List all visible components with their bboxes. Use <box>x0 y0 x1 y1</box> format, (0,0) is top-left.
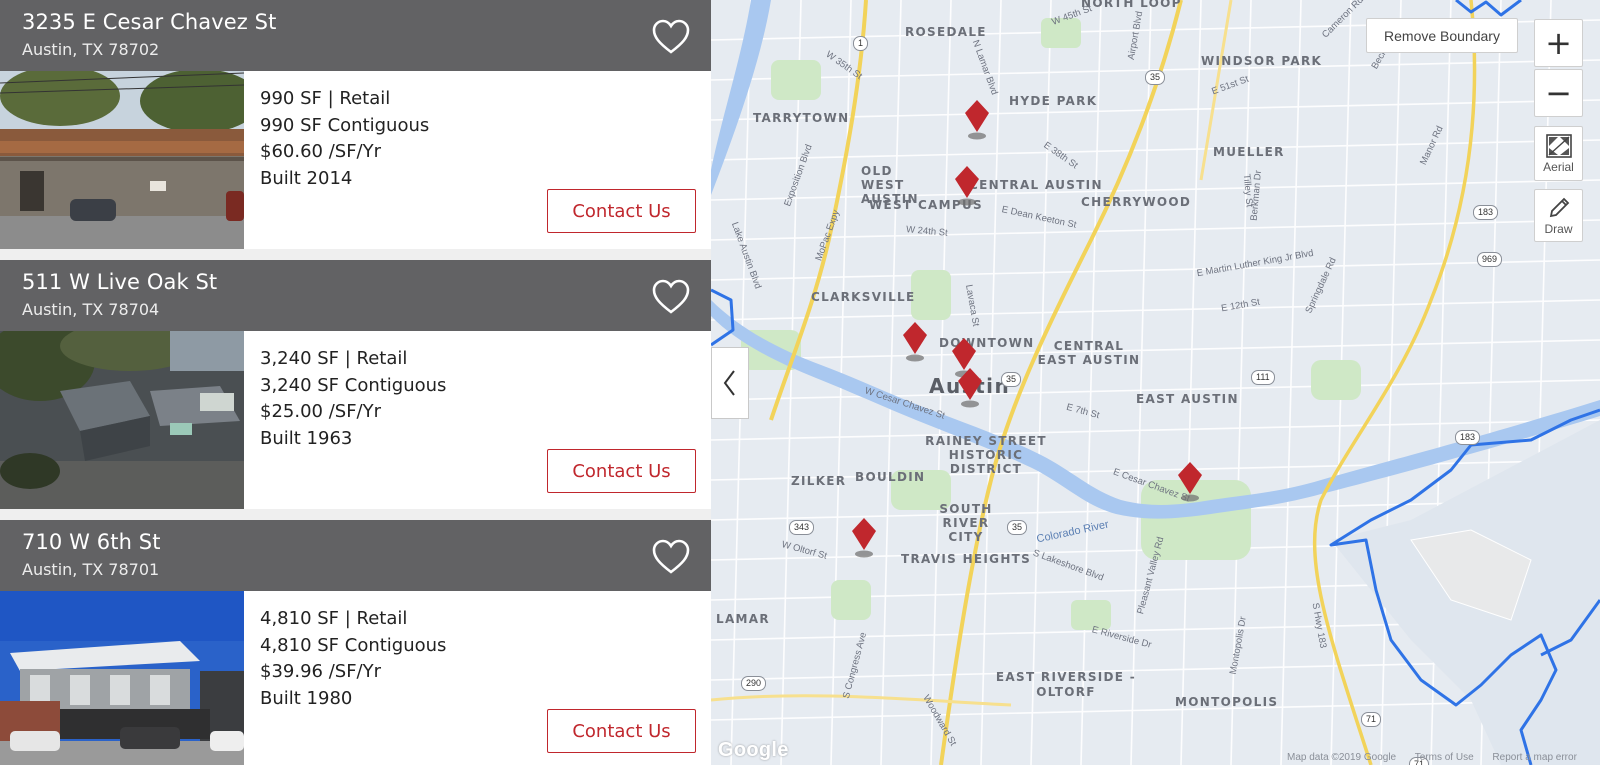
neighborhood-label: BOULDIN <box>855 470 926 484</box>
google-logo: Google <box>718 739 789 761</box>
highway-shield-icon: 35 <box>1001 372 1022 387</box>
neighborhood-label: RAINEY STREET HISTORIC DISTRICT <box>925 434 1047 476</box>
neighborhood-label: ZILKER <box>791 474 847 488</box>
favorite-heart-icon[interactable] <box>651 18 691 56</box>
aerial-map-icon <box>1545 133 1572 158</box>
highway-shield-icon: 969 <box>1477 252 1503 267</box>
listing-details: 990 SF | Retail 990 SF Contiguous $60.60… <box>260 86 429 192</box>
listing-city: Austin, TX 78701 <box>22 560 160 579</box>
neighborhood-label: LAMAR <box>716 612 770 626</box>
neighborhood-label: CHERRYWOOD <box>1081 195 1192 209</box>
contact-us-button[interactable]: Contact Us <box>547 189 696 233</box>
listing-street[interactable]: 3235 E Cesar Chavez St <box>22 10 276 34</box>
listing-header: 511 W Live Oak St Austin, TX 78704 <box>0 260 711 331</box>
listing-header: 3235 E Cesar Chavez St Austin, TX 78702 <box>0 0 711 71</box>
listing-card[interactable]: 710 W 6th St Austin, TX 78701 4,810 SF |… <box>0 520 711 765</box>
highway-shield-icon: 183 <box>1455 430 1481 445</box>
highway-shield-icon: 35 <box>1007 520 1028 535</box>
neighborhood-label: CENTRAL AUSTIN <box>969 178 1103 192</box>
neighborhood-label: CENTRAL EAST AUSTIN <box>1037 339 1141 367</box>
highway-shield-icon: 343 <box>789 520 815 535</box>
neighborhood-label: NORTH LOOP <box>1081 0 1182 10</box>
draw-label: Draw <box>1544 221 1573 236</box>
collapse-panel-button[interactable] <box>711 347 749 419</box>
contact-us-button[interactable]: Contact Us <box>547 449 696 493</box>
chevron-left-icon <box>723 370 735 396</box>
listing-built: Built 1963 <box>260 427 353 449</box>
highway-shield-icon: 183 <box>1473 205 1499 220</box>
listing-size-type: 3,240 SF | Retail <box>260 348 408 369</box>
listing-size-type: 990 SF | Retail <box>260 88 391 109</box>
listing-header: 710 W 6th St Austin, TX 78701 <box>0 520 711 591</box>
map[interactable]: ROSEDALE HYDE PARK TARRYTOWN WINDSOR PAR… <box>711 0 1600 765</box>
listing-details: 4,810 SF | Retail 4,810 SF Contiguous $3… <box>260 606 446 712</box>
highway-shield-icon: 71 <box>1361 712 1382 727</box>
terms-link[interactable]: Terms of Use <box>1415 752 1474 763</box>
zoom-in-button[interactable]: + <box>1534 19 1583 67</box>
listing-panel: 3235 E Cesar Chavez St Austin, TX 78702 <box>0 0 711 765</box>
property-marker-icon[interactable] <box>851 516 877 558</box>
listing-built: Built 2014 <box>260 167 353 189</box>
listing-street[interactable]: 511 W Live Oak St <box>22 270 217 294</box>
listing-built: Built 1980 <box>260 687 353 709</box>
property-marker-icon[interactable] <box>954 164 980 206</box>
listing-contiguous: 4,810 SF Contiguous <box>260 634 447 656</box>
contact-us-button[interactable]: Contact Us <box>547 709 696 753</box>
draw-boundary-button[interactable]: Draw <box>1534 189 1583 242</box>
highway-shield-icon: 1 <box>853 36 869 51</box>
listing-photo[interactable] <box>0 591 244 765</box>
listing-photo[interactable] <box>0 331 244 509</box>
property-marker-icon[interactable] <box>957 366 983 408</box>
neighborhood-label: EAST AUSTIN <box>1136 392 1239 406</box>
aerial-view-button[interactable]: Aerial <box>1534 126 1583 181</box>
plus-icon: + <box>1545 24 1572 62</box>
listing-city: Austin, TX 78704 <box>22 300 160 319</box>
neighborhood-label: TRAVIS HEIGHTS <box>901 552 1032 566</box>
listing-size-type: 4,810 SF | Retail <box>260 608 408 629</box>
neighborhood-label: MONTOPOLIS <box>1175 695 1279 709</box>
listing-card[interactable]: 511 W Live Oak St Austin, TX 78704 3,240… <box>0 260 711 509</box>
aerial-label: Aerial <box>1543 159 1574 174</box>
neighborhood-label: HYDE PARK <box>1009 94 1098 108</box>
listing-contiguous: 990 SF Contiguous <box>260 114 430 136</box>
listing-card[interactable]: 3235 E Cesar Chavez St Austin, TX 78702 <box>0 0 711 249</box>
listing-price: $25.00 /SF/Yr <box>260 401 382 422</box>
listing-details: 3,240 SF | Retail 3,240 SF Contiguous $2… <box>260 346 446 452</box>
neighborhood-label: SOUTH RIVER CITY <box>939 502 993 544</box>
remove-boundary-button[interactable]: Remove Boundary <box>1366 18 1518 53</box>
listing-price: $39.96 /SF/Yr <box>260 661 382 682</box>
favorite-heart-icon[interactable] <box>651 278 691 316</box>
minus-icon: − <box>1545 74 1572 112</box>
neighborhood-label: MUELLER <box>1213 145 1285 159</box>
neighborhood-label: WINDSOR PARK <box>1201 54 1323 68</box>
neighborhood-label: ROSEDALE <box>905 25 987 39</box>
highway-shield-icon: 35 <box>1145 70 1166 85</box>
map-data-text: Map data ©2019 Google <box>1287 752 1397 763</box>
property-marker-icon[interactable] <box>1177 460 1203 502</box>
pencil-icon <box>1549 197 1569 217</box>
favorite-heart-icon[interactable] <box>651 538 691 576</box>
report-error-link[interactable]: Report a map error <box>1492 752 1576 763</box>
listing-city: Austin, TX 78702 <box>22 40 160 59</box>
property-marker-icon[interactable] <box>902 320 928 362</box>
neighborhood-label: TARRYTOWN <box>753 111 850 125</box>
listing-price: $60.60 /SF/Yr <box>260 141 382 162</box>
listing-photo[interactable] <box>0 71 244 249</box>
property-marker-icon[interactable] <box>964 98 990 140</box>
highway-shield-icon: 290 <box>741 676 767 691</box>
zoom-out-button[interactable]: − <box>1534 69 1583 117</box>
listing-street[interactable]: 710 W 6th St <box>22 530 161 554</box>
listing-contiguous: 3,240 SF Contiguous <box>260 374 447 396</box>
map-attribution: Map data ©2019 Google Terms of Use Repor… <box>1287 752 1593 763</box>
neighborhood-label: CLARKSVILLE <box>811 290 916 304</box>
highway-shield-icon: 111 <box>1251 370 1275 385</box>
neighborhood-label: EAST RIVERSIDE - OLTORF <box>995 670 1137 699</box>
